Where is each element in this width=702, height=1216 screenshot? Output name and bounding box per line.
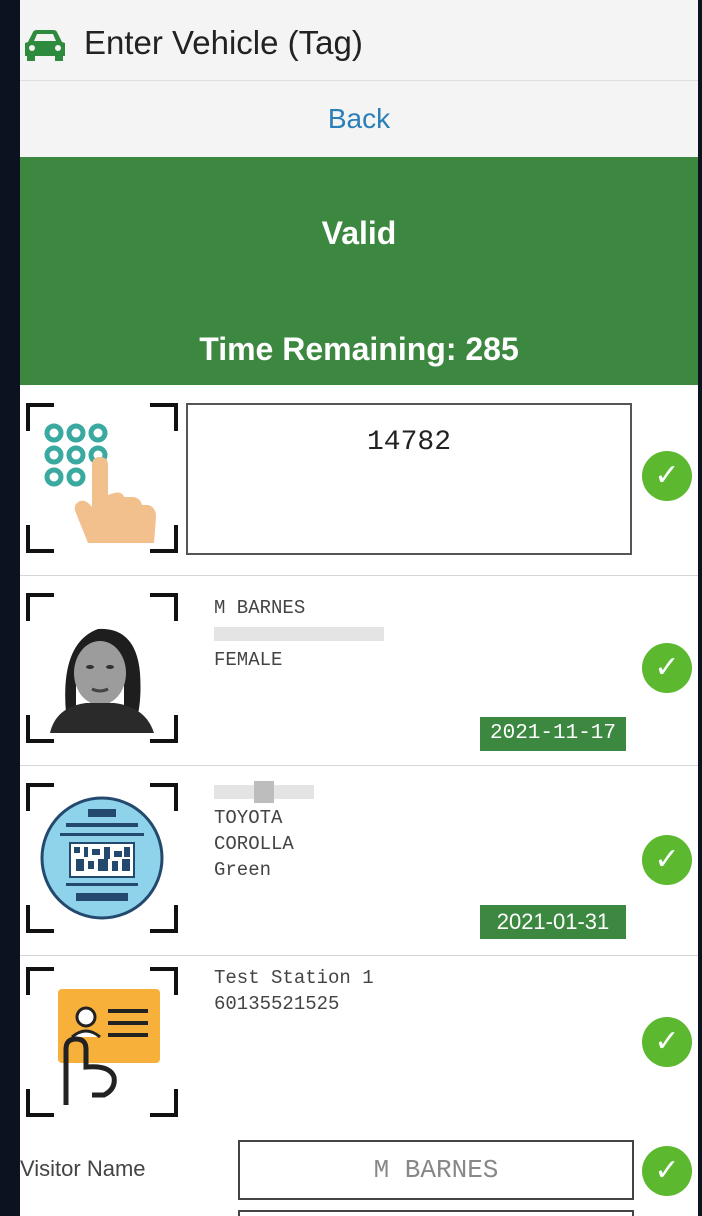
back-button[interactable]: Back xyxy=(20,80,698,158)
station-name: Test Station 1 xyxy=(214,967,374,989)
vehicle-date-badge: 2021-01-31 xyxy=(480,905,626,939)
vehicle-info: TOYOTA COROLLA Green xyxy=(214,779,314,883)
station-info: Test Station 1 60135521525 xyxy=(214,965,374,1017)
title-bar: Enter Vehicle (Tag) xyxy=(20,0,698,88)
person-row: M BARNES FEMALE 2021-11-17 ✓ xyxy=(20,575,698,766)
status-banner: Valid Time Remaining: 285 xyxy=(20,157,698,385)
code-check-icon: ✓ xyxy=(642,451,692,501)
vehicle-make: TOYOTA xyxy=(214,807,283,829)
id-card-hand-icon xyxy=(58,989,160,1105)
person-info: M BARNES FEMALE xyxy=(214,595,384,673)
redacted-text xyxy=(214,779,314,805)
person-check-icon: ✓ xyxy=(642,643,692,693)
page-title: Enter Vehicle (Tag) xyxy=(84,24,363,61)
time-remaining: Time Remaining: 285 xyxy=(199,331,519,367)
face-photo xyxy=(36,603,168,733)
photo-frame xyxy=(26,593,178,743)
person-name: M BARNES xyxy=(214,597,306,619)
person-date-badge: 2021-11-17 xyxy=(480,717,626,751)
next-field[interactable] xyxy=(238,1210,634,1216)
tag-code-field[interactable]: 14782 xyxy=(186,403,632,555)
station-check-icon: ✓ xyxy=(642,1017,692,1067)
vehicle-color: Green xyxy=(214,859,272,881)
left-edge xyxy=(0,0,20,1216)
card-frame xyxy=(26,967,178,1117)
app-screen: Enter Vehicle (Tag) Back Valid Time Rema… xyxy=(20,0,698,1216)
license-disc-icon xyxy=(40,796,164,920)
vehicle-check-icon: ✓ xyxy=(642,835,692,885)
visitor-name-input[interactable]: M BARNES xyxy=(238,1140,634,1200)
keypad-hand-icon xyxy=(44,423,156,543)
visitor-check-icon: ✓ xyxy=(642,1146,692,1196)
vehicle-row: TOYOTA COROLLA Green 2021-01-31 ✓ xyxy=(20,765,698,956)
status-text: Valid xyxy=(321,215,397,251)
visitor-name-label: Visitor Name xyxy=(20,1156,146,1181)
right-edge xyxy=(698,0,702,1216)
person-gender: FEMALE xyxy=(214,649,283,671)
keypad-frame xyxy=(26,403,178,553)
station-row: Test Station 1 60135521525 ✓ xyxy=(20,955,698,1135)
station-number: 60135521525 xyxy=(214,993,340,1015)
redacted-text xyxy=(214,621,384,647)
disc-frame xyxy=(26,783,178,933)
vehicle-model: COROLLA xyxy=(214,833,294,855)
car-icon xyxy=(25,30,65,61)
